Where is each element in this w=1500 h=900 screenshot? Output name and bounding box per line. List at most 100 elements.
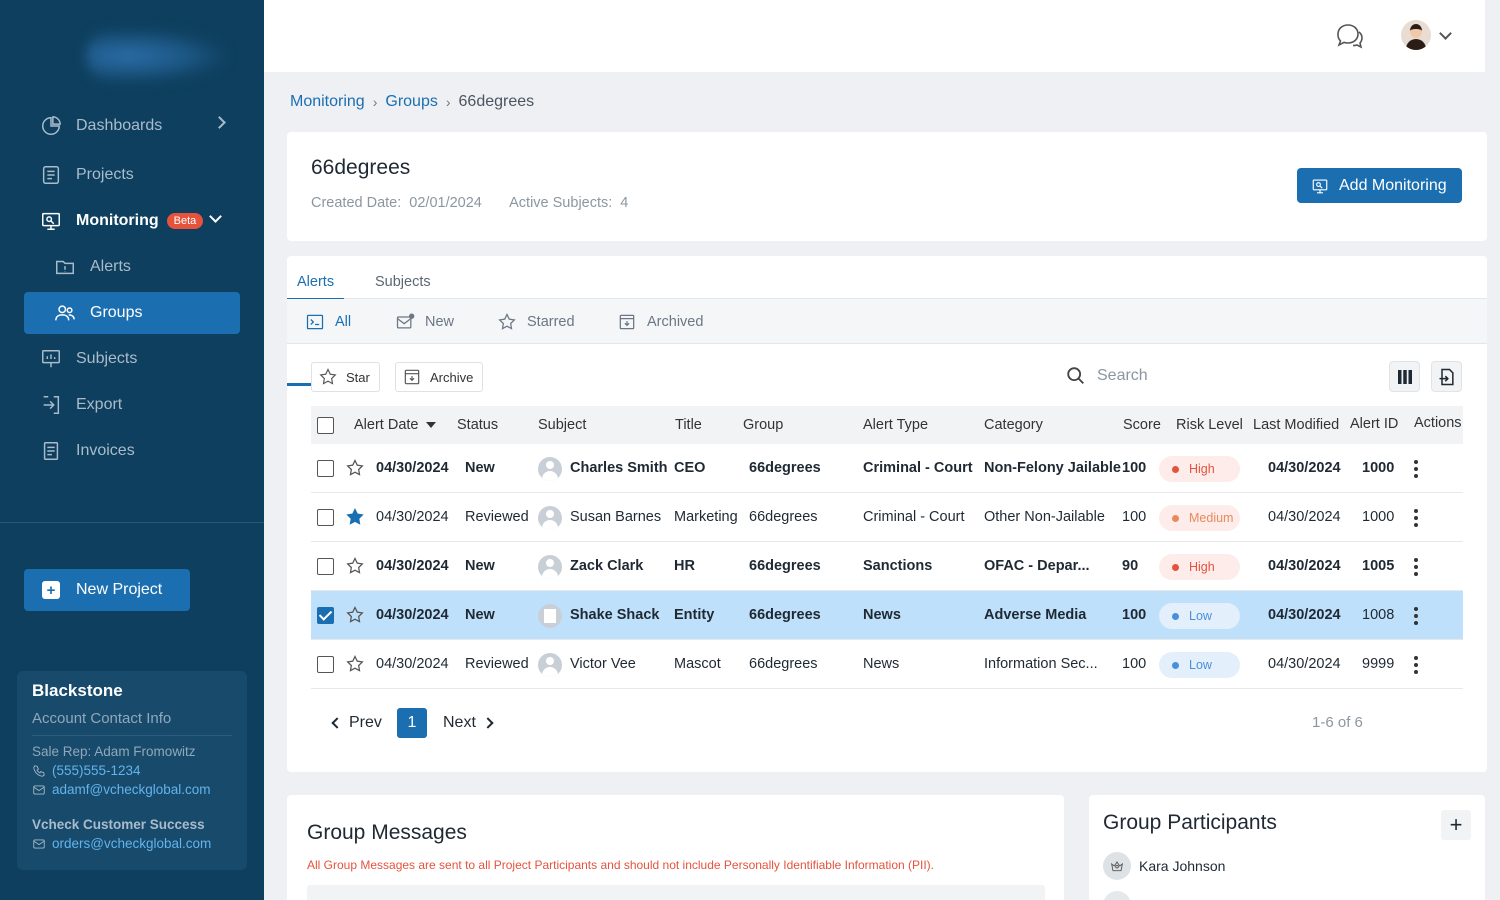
- alerts-card: Alerts Subjects All New Starred Archived…: [287, 256, 1487, 772]
- subject-name[interactable]: Charles Smith: [570, 460, 668, 476]
- tab-new[interactable]: New: [395, 312, 454, 332]
- archive-button[interactable]: Archive: [395, 362, 484, 392]
- row-checkbox[interactable]: [317, 509, 334, 526]
- alert-date: 04/30/2024: [376, 607, 449, 623]
- col-risk-level[interactable]: Risk Level: [1176, 417, 1243, 433]
- star-outline-icon[interactable]: [345, 556, 365, 576]
- sidebar-item-alerts[interactable]: Alerts: [24, 246, 240, 288]
- risk-badge: High: [1159, 456, 1240, 482]
- breadcrumb-groups[interactable]: Groups: [385, 93, 437, 111]
- sidebar-item-label: Dashboards: [76, 117, 163, 134]
- next-page-button[interactable]: Next: [443, 708, 494, 738]
- sidebar-item-monitoring[interactable]: Monitoring Beta: [24, 200, 240, 242]
- alert-category: Non-Felony Jailable: [984, 460, 1121, 476]
- table-row-selected[interactable]: 04/30/2024 New Shake Shack Entity 66degr…: [311, 591, 1463, 640]
- add-participant-button[interactable]: +: [1441, 810, 1471, 840]
- tab-archived[interactable]: Archived: [617, 312, 703, 332]
- user-avatar[interactable]: [1401, 20, 1431, 50]
- sidebar-item-invoices[interactable]: Invoices: [24, 430, 240, 472]
- cs-email-link[interactable]: orders@vcheckglobal.com: [32, 836, 232, 851]
- col-alert-date[interactable]: Alert Date: [354, 417, 437, 433]
- subject-name[interactable]: Victor Vee: [570, 656, 636, 672]
- col-score[interactable]: Score: [1123, 417, 1161, 433]
- tab-all[interactable]: All: [305, 312, 351, 332]
- select-all-checkbox[interactable]: [317, 417, 334, 434]
- tab-alerts[interactable]: Alerts: [287, 274, 345, 300]
- col-alert-type[interactable]: Alert Type: [863, 417, 928, 433]
- table-row[interactable]: 04/30/2024 Reviewed Victor Vee Mascot 66…: [311, 640, 1463, 689]
- phone-number: (555)555-1234: [52, 763, 141, 778]
- alert-id: 1008: [1362, 607, 1395, 623]
- table-row[interactable]: 04/30/2024 Reviewed Susan Barnes Marketi…: [311, 493, 1463, 542]
- sort-down-icon: [426, 422, 437, 429]
- more-actions-icon[interactable]: [1414, 656, 1418, 674]
- subject-name[interactable]: Zack Clark: [570, 558, 643, 574]
- sidebar-item-groups[interactable]: Groups: [24, 292, 240, 334]
- row-checkbox[interactable]: [317, 558, 334, 575]
- alert-id: 1005: [1362, 558, 1395, 574]
- subject-name[interactable]: Shake Shack: [570, 607, 659, 623]
- col-alert-id[interactable]: Alert ID: [1350, 416, 1398, 432]
- chevron-right-icon: ›: [445, 94, 451, 110]
- row-checkbox[interactable]: [317, 607, 334, 624]
- col-subject[interactable]: Subject: [538, 417, 586, 433]
- chart-pie-icon: [40, 115, 62, 137]
- star-outline-icon[interactable]: [345, 458, 365, 478]
- group-name: 66degrees: [749, 558, 821, 574]
- phone-link[interactable]: (555)555-1234: [32, 763, 232, 778]
- tab-subjects[interactable]: Subjects: [375, 274, 431, 298]
- logo[interactable]: [86, 30, 226, 82]
- chat-icon[interactable]: [1334, 20, 1366, 52]
- export-button[interactable]: [1431, 361, 1462, 392]
- col-category[interactable]: Category: [984, 417, 1043, 433]
- more-actions-icon[interactable]: [1414, 509, 1418, 527]
- cs-email-address: orders@vcheckglobal.com: [52, 836, 212, 851]
- email-link[interactable]: adamf@vcheckglobal.com: [32, 782, 232, 797]
- row-checkbox[interactable]: [317, 656, 334, 673]
- sidebar-item-projects[interactable]: Projects: [24, 154, 240, 196]
- table-row[interactable]: 04/30/2024 New Charles Smith CEO 66degre…: [311, 444, 1463, 493]
- row-checkbox[interactable]: [317, 460, 334, 477]
- tab-starred[interactable]: Starred: [497, 312, 575, 332]
- prev-label: Prev: [349, 714, 382, 731]
- star-outline-icon[interactable]: [345, 605, 365, 625]
- search-input[interactable]: Search: [1065, 365, 1148, 387]
- sidebar-item-export[interactable]: Export: [24, 384, 240, 426]
- col-group[interactable]: Group: [743, 417, 783, 433]
- add-monitoring-button[interactable]: Add Monitoring: [1297, 168, 1462, 203]
- primary-tabs: Alerts Subjects: [287, 256, 1487, 300]
- active-subjects-value: 4: [620, 195, 629, 211]
- monitor-icon: [1312, 178, 1328, 193]
- terminal-icon: [306, 314, 324, 330]
- sidebar-item-subjects[interactable]: Subjects: [24, 338, 240, 380]
- col-status[interactable]: Status: [457, 417, 498, 433]
- table-row[interactable]: 04/30/2024 New Zack Clark HR 66degrees S…: [311, 542, 1463, 591]
- top-bar: [264, 0, 1485, 72]
- tab-label: Starred: [527, 314, 575, 330]
- new-project-label: New Project: [76, 581, 163, 598]
- new-project-button[interactable]: + New Project: [24, 569, 190, 611]
- breadcrumb-monitoring[interactable]: Monitoring: [290, 93, 365, 111]
- more-actions-icon[interactable]: [1414, 607, 1418, 625]
- prev-page-button[interactable]: Prev: [331, 708, 382, 738]
- participant-name: Kara Johnson: [1139, 858, 1226, 874]
- star-button[interactable]: Star: [311, 362, 380, 392]
- more-actions-icon[interactable]: [1414, 558, 1418, 576]
- participant-item[interactable]: Kara Johnson: [1103, 852, 1225, 880]
- archive-icon: [404, 369, 420, 385]
- subject-name[interactable]: Susan Barnes: [570, 509, 661, 525]
- col-title[interactable]: Title: [675, 417, 702, 433]
- risk-badge: Low: [1159, 652, 1240, 678]
- star-outline-icon[interactable]: [345, 654, 365, 674]
- message-editor-toolbar[interactable]: [307, 885, 1045, 900]
- star-label: Star: [346, 369, 370, 385]
- page-number-button[interactable]: 1: [397, 708, 427, 738]
- sidebar-item-dashboards[interactable]: Dashboards: [24, 105, 240, 147]
- alert-id: 1000: [1362, 509, 1395, 525]
- star-icon: [498, 313, 516, 330]
- star-filled-icon[interactable]: [345, 507, 365, 527]
- columns-button[interactable]: [1389, 361, 1420, 392]
- more-actions-icon[interactable]: [1414, 460, 1418, 478]
- users-icon: [54, 302, 76, 324]
- col-last-modified[interactable]: Last Modified: [1253, 417, 1339, 433]
